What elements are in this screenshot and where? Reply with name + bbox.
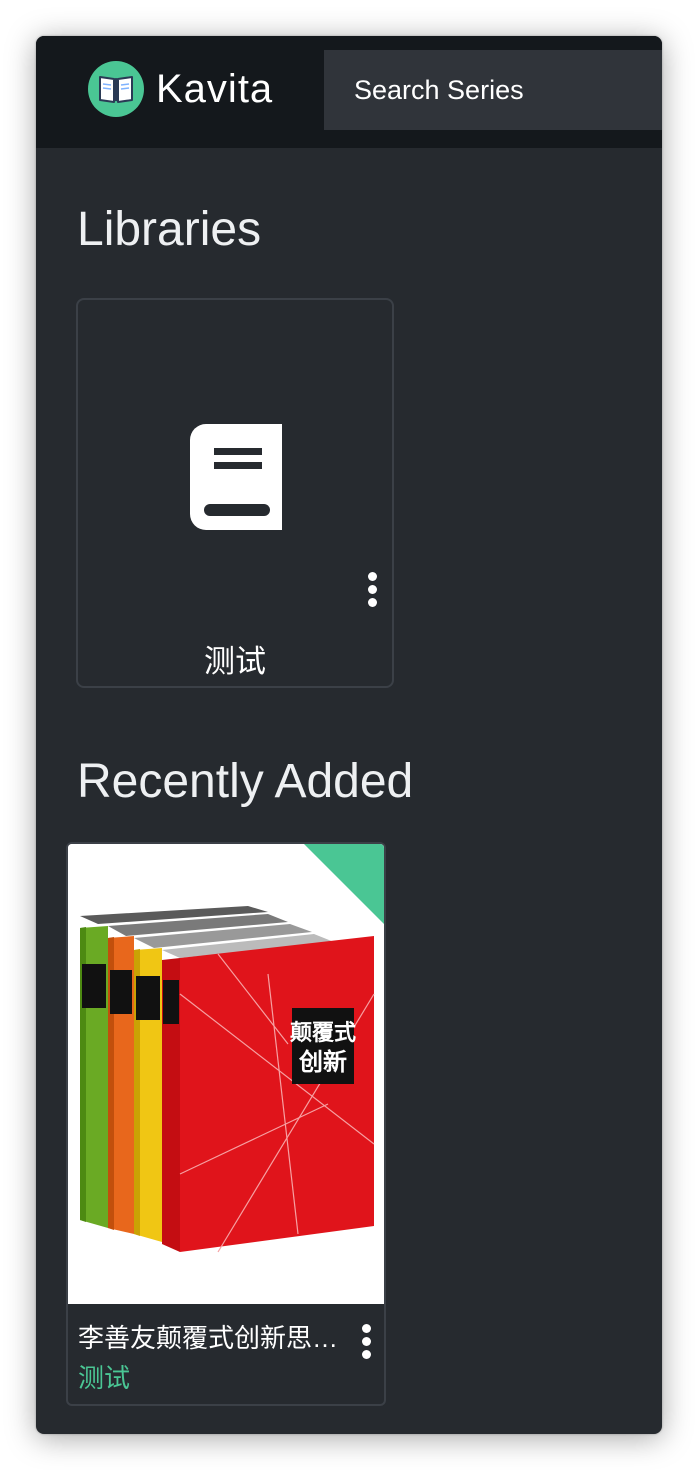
book-open-icon — [88, 61, 144, 117]
svg-text:创新: 创新 — [298, 1047, 347, 1076]
recently-added-heading[interactable]: Recently Added — [77, 754, 413, 809]
app-window: Kavita Libraries 测试 Recently Added — [36, 36, 662, 1434]
search-input[interactable] — [324, 50, 662, 130]
brand-link[interactable]: Kavita — [88, 60, 273, 118]
book-icon — [190, 424, 282, 535]
top-navbar: Kavita — [36, 36, 662, 148]
brand-name: Kavita — [156, 66, 274, 111]
series-cover-image[interactable]: 颠覆式 创新 — [68, 844, 384, 1304]
series-library-link[interactable]: 测试 — [78, 1358, 130, 1395]
svg-text:颠覆式: 颠覆式 — [290, 1020, 356, 1046]
library-card-menu-icon[interactable] — [362, 572, 382, 607]
library-name: 测试 — [204, 644, 266, 679]
library-card[interactable]: 测试 — [76, 298, 394, 688]
libraries-heading[interactable]: Libraries — [77, 202, 261, 257]
series-title[interactable]: 李善友颠覆式创新思… — [78, 1318, 340, 1355]
series-card-menu-icon[interactable] — [356, 1324, 376, 1359]
series-card[interactable]: 颠覆式 创新 李善友颠覆式创新思… 测试 — [66, 842, 386, 1406]
